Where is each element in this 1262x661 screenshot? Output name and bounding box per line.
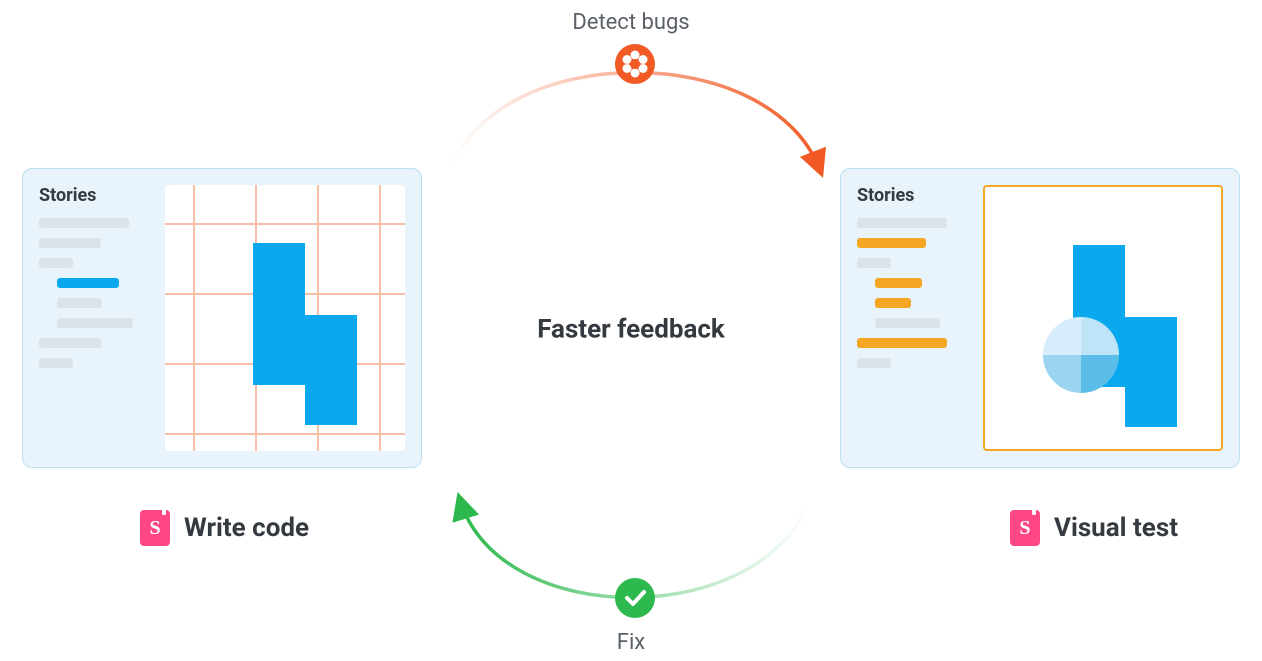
label-faster-feedback: Faster feedback [537, 314, 725, 344]
arc-detect-bugs [450, 73, 820, 171]
sidebar-title: Stories [857, 185, 969, 206]
sidebar-left: Stories [39, 185, 151, 451]
caption-visual-test: S Visual test [1010, 510, 1178, 546]
panel-write-code: Stories [22, 168, 422, 468]
label-detect-bugs: Detect bugs [572, 10, 689, 35]
visual-diff-icon [1043, 317, 1119, 393]
caption-text: Write code [184, 513, 309, 543]
storybook-icon: S [140, 510, 170, 546]
sidebar-right: Stories [857, 185, 969, 451]
chromatic-icon [615, 44, 655, 84]
storybook-icon: S [1010, 510, 1040, 546]
canvas-visual-test [983, 185, 1223, 451]
caption-text: Visual test [1054, 513, 1178, 543]
label-fix: Fix [617, 630, 645, 655]
arc-fix [460, 500, 810, 598]
check-icon [615, 578, 655, 618]
caption-write-code: S Write code [140, 510, 309, 546]
canvas-write-code [165, 185, 405, 451]
sidebar-title: Stories [39, 185, 151, 206]
panel-visual-test: Stories [840, 168, 1240, 468]
